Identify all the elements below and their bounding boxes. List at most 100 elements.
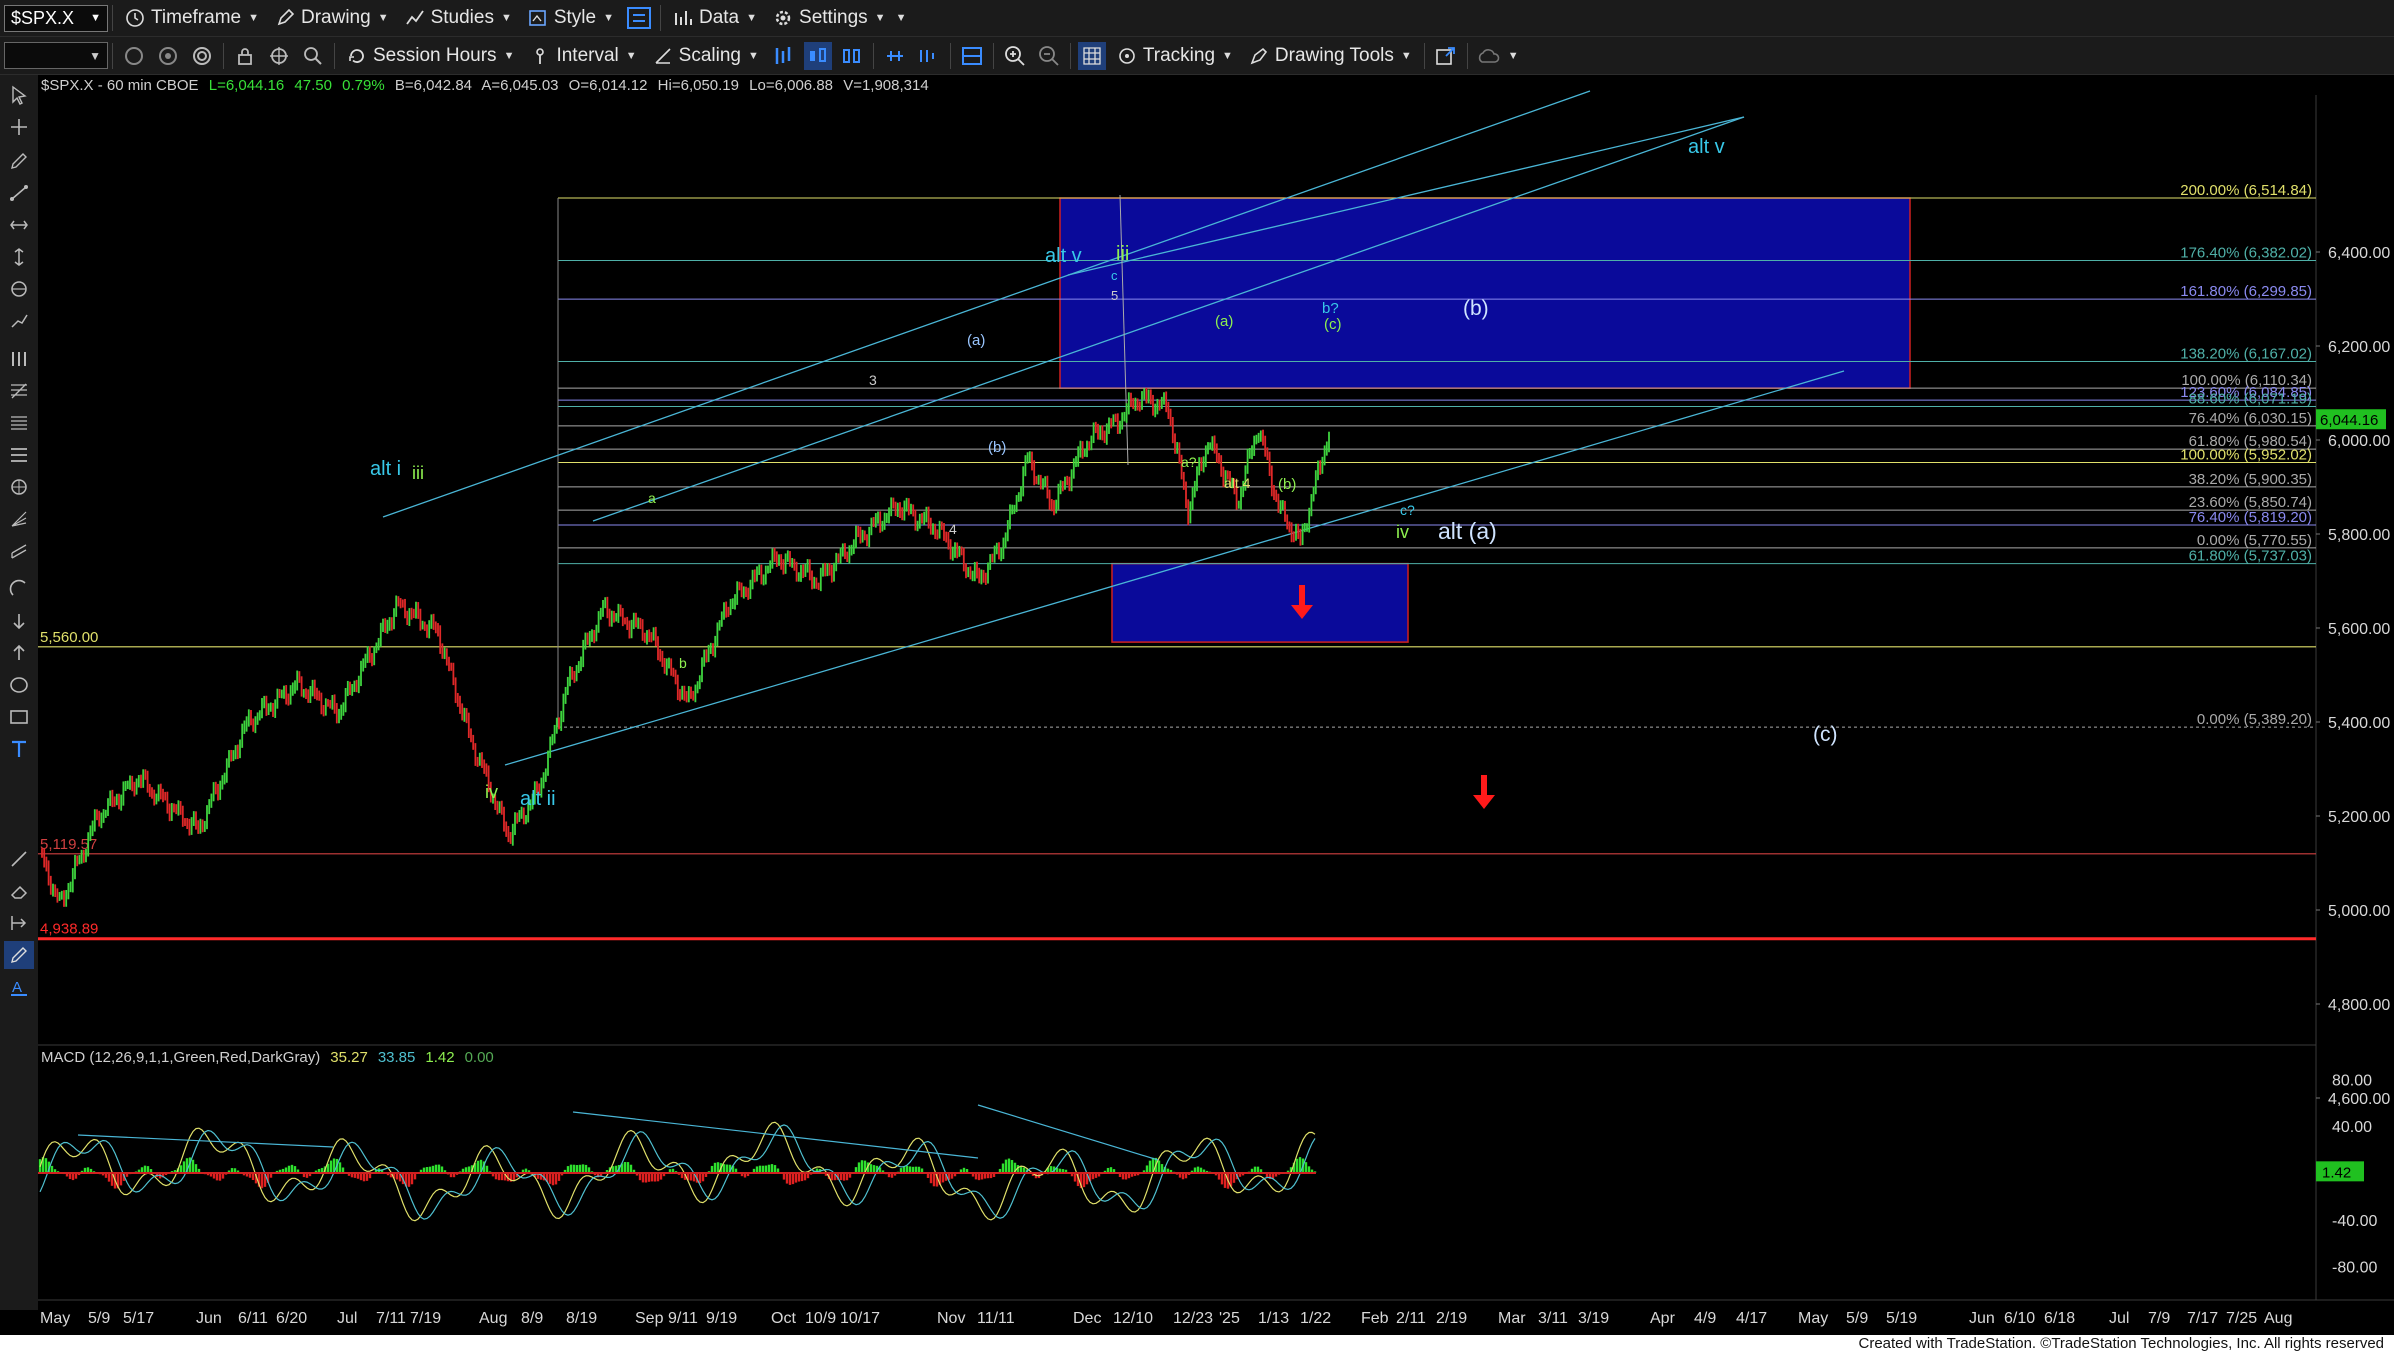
clock-icon: [125, 8, 145, 28]
caret-down-icon: ▼: [874, 12, 886, 24]
zoom-out-icon[interactable]: [1035, 42, 1063, 70]
crosshair-icon[interactable]: [265, 42, 293, 70]
price-tick-label: 6,400.00: [2328, 245, 2390, 262]
drawing-toolbar: A: [0, 75, 39, 1310]
cycle-tool-icon[interactable]: [4, 275, 34, 303]
layout-icon[interactable]: [625, 4, 653, 32]
pointer-tool-icon[interactable]: [4, 81, 34, 109]
template-select[interactable]: ▼: [4, 42, 108, 69]
toolbar-separator: [112, 42, 113, 69]
wave-label: alt ii: [520, 788, 556, 810]
ellipse-tool-icon[interactable]: [4, 671, 34, 699]
timeframe-button[interactable]: Timeframe ▼: [117, 3, 267, 33]
rectangle-tool-icon[interactable]: [4, 703, 34, 731]
date-tick-label: 3/19: [1578, 1310, 1609, 1327]
symbol-text: $SPX.X: [11, 7, 75, 28]
session-hours-button[interactable]: Session Hours ▼: [339, 41, 522, 71]
fib-extension-tool-icon[interactable]: [4, 409, 34, 437]
scroll-left-icon[interactable]: [881, 42, 909, 70]
arrow-up-tool-icon[interactable]: [4, 639, 34, 667]
wave-label: iv: [485, 782, 498, 802]
date-tick-label: 8/9: [521, 1310, 543, 1327]
arc-tool-icon[interactable]: [4, 575, 34, 603]
price-tick-label: 5,400.00: [2328, 715, 2390, 732]
date-tick-label: 10/17: [840, 1310, 880, 1327]
eraser-tool-icon[interactable]: [4, 877, 34, 905]
tracking-button[interactable]: Tracking ▼: [1109, 41, 1241, 71]
ray-tool-icon[interactable]: [4, 307, 34, 335]
window-icon[interactable]: [958, 42, 986, 70]
fib-label: 200.00% (6,514.84): [2180, 182, 2312, 199]
price-tick-label: 6,000.00: [2328, 433, 2390, 450]
fan-tool-icon[interactable]: [4, 441, 34, 469]
speed-lines-tool-icon[interactable]: [4, 505, 34, 533]
refresh-icon[interactable]: [188, 42, 216, 70]
toolbar-separator: [949, 42, 951, 69]
link-circle-icon[interactable]: [154, 42, 182, 70]
vertical-line-tool-icon[interactable]: [4, 243, 34, 271]
text-color-tool-icon[interactable]: A: [4, 973, 34, 1001]
pen-tool-icon[interactable]: [4, 147, 34, 175]
snap-tool-icon[interactable]: [4, 909, 34, 937]
date-tick-label: 2/19: [1436, 1310, 1467, 1327]
fib-tool-icon[interactable]: [4, 377, 34, 405]
macd-current-label: 1.42: [2322, 1164, 2351, 1181]
grid-icon[interactable]: [1077, 41, 1106, 70]
overflow-caret-icon[interactable]: ▼: [896, 12, 907, 24]
arrow-down-tool-icon[interactable]: [4, 607, 34, 635]
zoom-in-icon[interactable]: [1001, 42, 1029, 70]
price-chart[interactable]: $SPX.X - 60 min CBOE L=6,044.16 47.50 0.…: [38, 75, 2394, 1335]
text-tool-icon[interactable]: [4, 735, 34, 763]
price-tick-label: 5,800.00: [2328, 527, 2390, 544]
fib-label: 76.40% (6,030.15): [2189, 410, 2312, 427]
studies-label: Studies: [430, 7, 494, 28]
footer-credit: Created with TradeStation. ©TradeStation…: [0, 1335, 2394, 1353]
last-price: L=6,044.16: [209, 77, 285, 94]
studies-button[interactable]: Studies ▼: [397, 3, 520, 33]
last-price-badge-label: 6,044.16: [2320, 412, 2378, 429]
bar-chart-icon[interactable]: [770, 42, 798, 70]
drawing-tools-button[interactable]: Drawing Tools ▼: [1241, 41, 1420, 71]
fib-label: 76.40% (5,819.20): [2189, 509, 2312, 526]
horizontal-line-tool-icon[interactable]: [4, 211, 34, 239]
style-button[interactable]: Style ▼: [520, 3, 622, 33]
interval-button[interactable]: Interval ▼: [522, 41, 644, 71]
date-tick-label: Mar: [1498, 1310, 1526, 1327]
wave-label: alt v: [1688, 136, 1725, 158]
lower-target-box: [1111, 562, 1409, 643]
line-style-tool-icon[interactable]: [4, 845, 34, 873]
style-icon: [528, 8, 548, 28]
overflow-caret-icon[interactable]: ▼: [1508, 50, 1519, 62]
macd-value: 0.00: [465, 1049, 494, 1066]
high-price: Hi=6,050.19: [658, 77, 739, 94]
magnifier-icon[interactable]: [299, 42, 327, 70]
scaling-button[interactable]: Scaling ▼: [645, 41, 767, 71]
cloud-icon[interactable]: [1475, 42, 1503, 70]
trendline-tool-icon[interactable]: [4, 179, 34, 207]
gann-tool-icon[interactable]: [4, 473, 34, 501]
hollow-candle-icon[interactable]: [838, 42, 866, 70]
crosshair-tool-icon[interactable]: [4, 113, 34, 141]
level-label: 5,560.00: [40, 629, 98, 646]
export-icon[interactable]: [1432, 42, 1460, 70]
symbol-input[interactable]: $SPX.X ▼: [4, 4, 108, 32]
wave-label: iii: [1116, 243, 1129, 265]
draw-mode-tool-icon[interactable]: [4, 941, 34, 969]
drawing-button[interactable]: Drawing ▼: [267, 3, 397, 33]
link-circle-icon[interactable]: [120, 42, 148, 70]
data-button[interactable]: Data ▼: [665, 3, 765, 33]
date-tick-label: 5/17: [123, 1310, 154, 1327]
gear-icon: [773, 8, 793, 28]
macd-tick-label: 80.00: [2332, 1072, 2372, 1089]
bars-tool-icon[interactable]: [4, 345, 34, 373]
date-tick-label: 2/11: [1396, 1310, 1426, 1327]
settings-button[interactable]: Settings ▼: [765, 3, 894, 33]
date-tick-label: Jun: [1969, 1310, 1995, 1327]
chart-header: $SPX.X - 60 min CBOE L=6,044.16 47.50 0.…: [41, 77, 929, 94]
andrews-pitchfork-tool-icon[interactable]: [4, 537, 34, 565]
lock-icon[interactable]: [231, 42, 259, 70]
scroll-right-icon[interactable]: [915, 42, 943, 70]
price-tick-label: 5,200.00: [2328, 809, 2390, 826]
date-tick-label: Jun: [196, 1310, 222, 1327]
candlestick-icon[interactable]: [803, 41, 832, 70]
